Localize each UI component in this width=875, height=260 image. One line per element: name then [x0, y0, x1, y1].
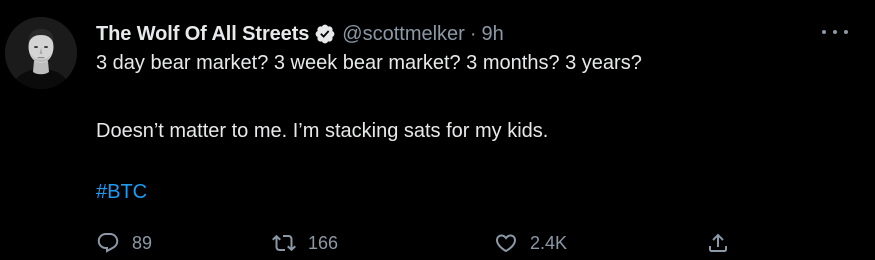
display-name[interactable]: The Wolf Of All Streets — [96, 23, 309, 46]
tweet-header: The Wolf Of All Streets @scottmelker · 9… — [96, 20, 504, 48]
avatar[interactable] — [5, 17, 77, 89]
separator-dot: · — [469, 22, 477, 45]
retweet-button[interactable]: 166 — [272, 228, 338, 258]
more-icon[interactable] — [822, 22, 848, 42]
like-button[interactable]: 2.4K — [494, 228, 567, 258]
retweet-count: 166 — [308, 232, 339, 253]
tweet-text-line: Doesn’t matter to me. I’m stacking sats … — [96, 120, 549, 142]
heart-icon — [494, 231, 518, 255]
reply-icon — [96, 231, 120, 255]
tweet[interactable]: The Wolf Of All Streets @scottmelker · 9… — [0, 0, 875, 260]
like-count: 2.4K — [530, 232, 568, 253]
handle[interactable]: @scottmelker — [342, 23, 465, 46]
timestamp[interactable]: 9h — [482, 23, 504, 46]
hashtag-link[interactable]: #BTC — [96, 179, 147, 205]
verified-badge-icon — [314, 23, 336, 45]
share-icon — [706, 231, 730, 255]
share-button[interactable] — [706, 228, 730, 258]
tweet-actions: 89 166 2.4K — [96, 228, 756, 258]
tweet-text-line: 3 day bear market? 3 week bear market? 3… — [96, 52, 642, 74]
reply-button[interactable]: 89 — [96, 228, 152, 258]
reply-count: 89 — [132, 232, 153, 253]
retweet-icon — [272, 231, 296, 255]
